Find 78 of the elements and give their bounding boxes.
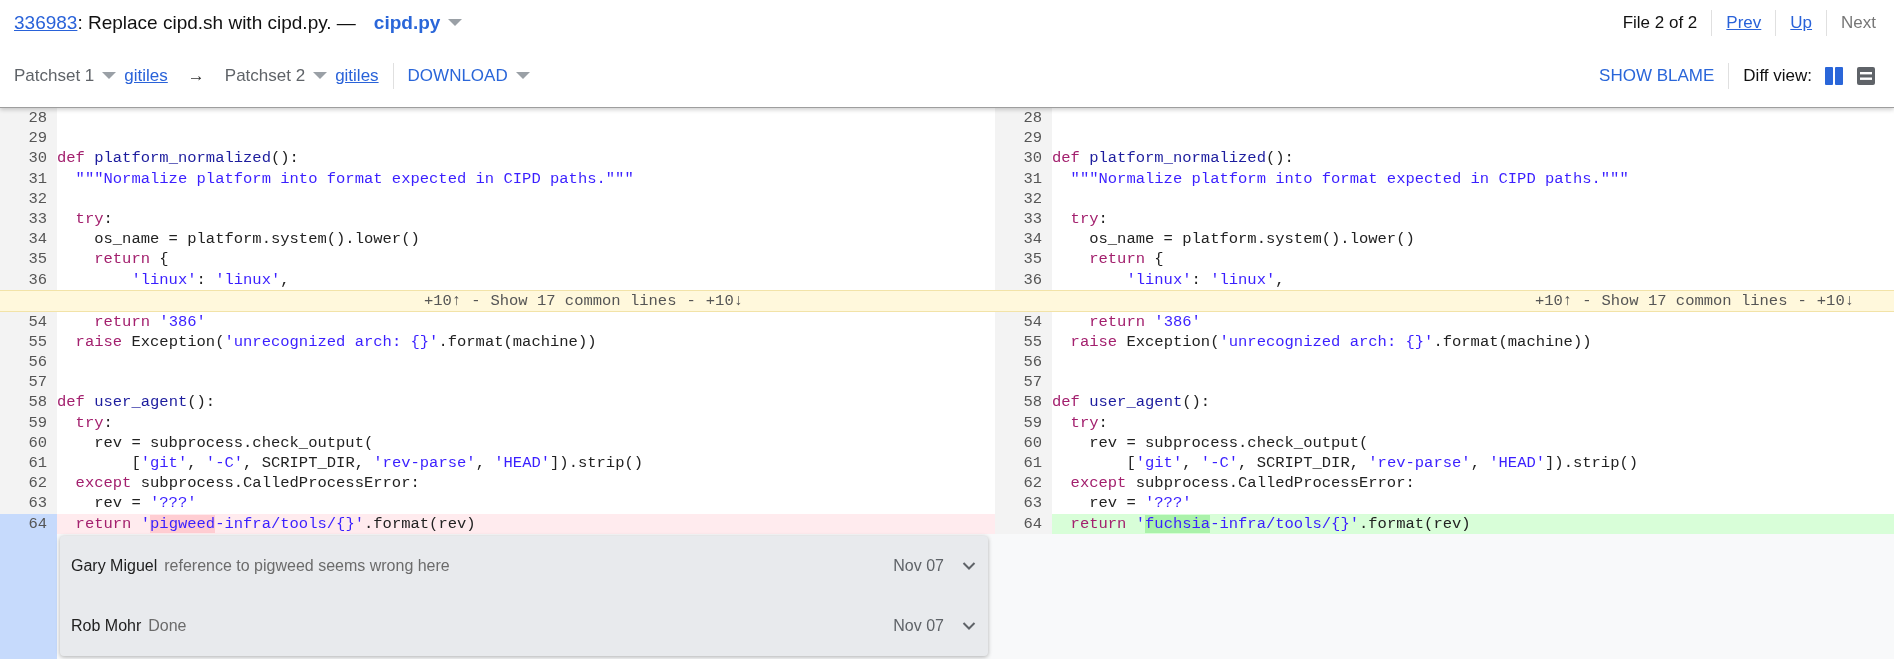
expand-above-button[interactable]: +10↑ [1534, 291, 1573, 310]
line-number: 29 [995, 128, 1052, 149]
caret-icon[interactable] [515, 72, 530, 80]
line-number: 28 [995, 108, 1052, 129]
file-name-dropdown[interactable]: cipd.py [373, 12, 441, 34]
expand-below-button[interactable]: +10↓ [705, 291, 743, 310]
line-number: 35 [995, 249, 1052, 270]
line-number: 60 [995, 432, 1052, 453]
line-number: 64 [0, 513, 57, 534]
line-number: 63 [995, 493, 1052, 514]
show-blame-button[interactable]: SHOW BLAME [1599, 62, 1715, 90]
patchset-dropdown[interactable]: Patchset 1 [14, 66, 95, 86]
line-number: 33 [0, 208, 57, 230]
line-number: 57 [0, 372, 57, 393]
caret-icon[interactable] [102, 72, 117, 80]
file-nav-link[interactable]: Up [1790, 13, 1813, 33]
file-position: File 2 of 2 [1622, 13, 1698, 33]
line-number: 57 [995, 372, 1052, 393]
line-number: 55 [0, 331, 57, 353]
comment-author: Rob Mohr [71, 616, 142, 635]
line-number: 32 [0, 188, 57, 209]
line-number: 56 [995, 352, 1052, 373]
line-number: 31 [995, 168, 1052, 189]
line-number: 61 [995, 453, 1052, 474]
separator-text: - [1797, 291, 1807, 310]
line-number: 31 [0, 168, 57, 189]
arrow-text: → [187, 66, 205, 86]
line-number: 54 [995, 311, 1052, 332]
gitiles-link[interactable]: gitiles [335, 66, 379, 86]
line-number: 34 [995, 229, 1052, 250]
unified-view-icon[interactable] [1856, 66, 1876, 86]
line-number: 36 [0, 269, 57, 290]
line-number: 62 [995, 473, 1052, 494]
line-number: 36 [995, 269, 1052, 290]
line-number: 61 [0, 453, 57, 474]
gitiles-link[interactable]: gitiles [124, 66, 168, 86]
line-number: 60 [0, 432, 57, 453]
comment-author: Gary Miguel [71, 556, 158, 575]
comment-message: Done [148, 616, 187, 635]
line-number: 29 [0, 128, 57, 149]
comment-message: reference to pigweed seems wrong here [164, 556, 450, 575]
expand-above-button[interactable]: +10↑ [423, 291, 462, 310]
change-number-link[interactable]: 336983 [14, 12, 78, 34]
patchset-dropdown[interactable]: Patchset 2 [224, 66, 306, 86]
caret-icon[interactable] [313, 72, 328, 80]
comment-date: Nov 07 [893, 616, 944, 635]
line-number: 34 [0, 229, 57, 250]
change-subject: : Replace cipd.sh with cipd.py. — [77, 12, 356, 34]
line-number: 33 [995, 208, 1052, 230]
comment-date: Nov 07 [893, 556, 944, 575]
line-number: 62 [0, 473, 57, 494]
line-number: 54 [0, 311, 57, 332]
caret-icon[interactable] [448, 19, 463, 27]
line-number: 55 [995, 331, 1052, 353]
line-number: 30 [0, 148, 57, 169]
expand-below-button[interactable]: +10↓ [1816, 291, 1854, 310]
chevron-down-icon[interactable] [962, 620, 976, 631]
line-number: 63 [0, 493, 57, 514]
line-number: 35 [0, 249, 57, 270]
line-number: 59 [0, 412, 57, 433]
line-number: 56 [0, 352, 57, 373]
show-common-lines-button[interactable]: Show 17 common lines [1601, 291, 1788, 310]
separator-text: - [471, 291, 481, 310]
line-number: 58 [995, 392, 1052, 413]
side-by-side-view-icon[interactable] [1824, 66, 1844, 86]
diff-view-label: Diff view: [1743, 66, 1812, 86]
separator-text: - [686, 291, 696, 310]
show-common-lines-button[interactable]: Show 17 common lines [490, 291, 677, 310]
line-number: 32 [995, 188, 1052, 209]
download-button[interactable]: DOWNLOAD [407, 62, 508, 90]
file-nav-link[interactable]: Prev [1726, 13, 1762, 33]
line-number: 64 [995, 513, 1052, 534]
line-number: 59 [995, 412, 1052, 433]
line-number: 28 [0, 108, 57, 129]
line-number: 58 [0, 392, 57, 413]
separator-text: - [1582, 291, 1592, 310]
line-number: 30 [995, 148, 1052, 169]
chevron-down-icon[interactable] [962, 560, 976, 571]
